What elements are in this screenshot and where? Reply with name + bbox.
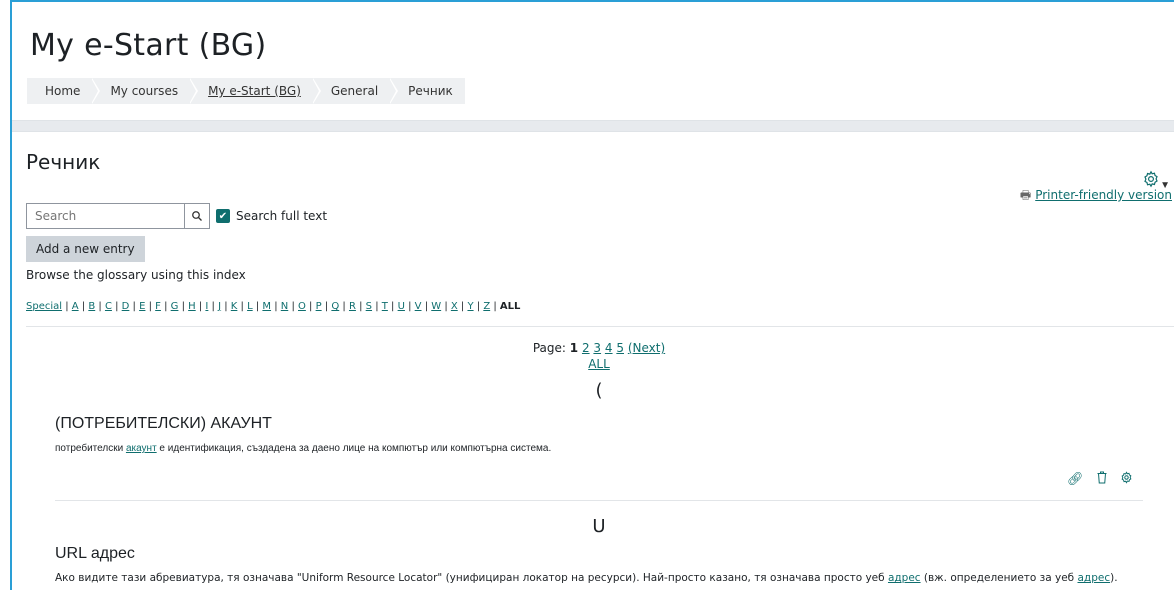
printer-friendly[interactable]: 🖶 Printer-friendly version [1020, 186, 1172, 207]
paging-current: 1 [569, 341, 579, 355]
pagination: Page: 1 2 3 4 5 (Next) ALL [12, 341, 1174, 371]
alphabet-separator: | [195, 301, 206, 312]
alphabet-separator: | [62, 301, 72, 312]
alphabet-link[interactable]: W [431, 301, 441, 312]
alphabet-separator: | [178, 301, 189, 312]
breadcrumb-label: My e-Start (BG) [208, 84, 301, 98]
breadcrumb-glossary[interactable]: Речник [390, 78, 465, 104]
paging-label: Page: [532, 341, 566, 355]
alphabet-link[interactable]: Special [26, 301, 62, 312]
breadcrumb-general[interactable]: General [313, 78, 399, 104]
entry-divider [55, 500, 1143, 501]
paging-link[interactable]: 5 [616, 341, 624, 355]
alphabet-separator: | [160, 301, 171, 312]
alphabet-separator: | [305, 301, 316, 312]
breadcrumb-label: Речник [408, 84, 453, 98]
printer-friendly-link[interactable]: Printer-friendly version [1035, 188, 1172, 202]
entry-definition: потребителски акаунт е идентификация, съ… [55, 443, 551, 454]
alphabet-link[interactable]: H [188, 301, 196, 312]
alphabet-separator: | [237, 301, 248, 312]
section-letter: U [592, 516, 606, 537]
alphabet-separator: | [441, 301, 451, 312]
alphabet-separator: | [355, 301, 366, 312]
definition-link[interactable]: адрес [888, 572, 921, 584]
fulltext-label: Search full text [236, 209, 328, 223]
alphabet-separator: | [129, 301, 140, 312]
alphabet-link[interactable]: A [72, 301, 79, 312]
alphabet-separator: | [473, 301, 484, 312]
alphabet-link[interactable]: V [415, 301, 422, 312]
alphabet-link[interactable]: C [105, 301, 112, 312]
definition-link[interactable]: акаунт [126, 443, 157, 454]
section-letter: ( [595, 380, 603, 401]
search-button[interactable] [184, 203, 210, 229]
paging-link[interactable]: 3 [593, 341, 601, 355]
definition-text: Ако видите тази абревиатура, тя означава… [55, 572, 888, 584]
alphabet-separator: | [145, 301, 156, 312]
search-form: ✔ Search full text [26, 203, 327, 229]
divider [26, 326, 1174, 327]
alphabet-link[interactable]: X [451, 301, 458, 312]
breadcrumb-my-courses[interactable]: My courses [92, 78, 199, 104]
trash-icon[interactable] [1096, 471, 1108, 487]
paging-next[interactable]: (Next) [628, 341, 665, 355]
alphabet-separator: | [288, 301, 298, 312]
site-title: My e-Start (BG) [30, 28, 267, 63]
browse-instructions: Browse the glossary using this index [26, 268, 246, 282]
alphabet-separator: | [95, 301, 105, 312]
entry-title: URL адрес [55, 545, 135, 562]
search-icon [192, 211, 202, 221]
definition-text: потребителски [55, 443, 126, 454]
check-icon: ✔ [218, 210, 228, 222]
page-title: Речник [26, 150, 101, 174]
alphabet-separator: | [387, 301, 398, 312]
header-divider-band [12, 120, 1174, 132]
entry-definition: Ако видите тази абревиатура, тя означава… [55, 572, 1118, 584]
breadcrumb-course[interactable]: My e-Start (BG) [190, 78, 321, 104]
alphabet-separator: | [78, 301, 89, 312]
definition-text: ). [1110, 572, 1118, 584]
alphabet-separator: | [490, 301, 500, 312]
paging-link[interactable]: 2 [582, 341, 590, 355]
page-header: My e-Start (BG) Home My courses My e-Sta… [12, 2, 1174, 120]
breadcrumb-label: Home [45, 84, 81, 98]
printer-icon: 🖶 [1019, 188, 1032, 202]
alphabet-separator: | [339, 301, 349, 312]
alphabet-index: Special | A | B | C | D | E | F | G | H … [26, 301, 520, 312]
alphabet-link[interactable]: R [349, 301, 356, 312]
alphabet-link[interactable]: M [262, 301, 271, 312]
entry-actions: 🔗︎ [1067, 471, 1133, 487]
paging-link[interactable]: 4 [605, 341, 613, 355]
alphabet-separator: | [457, 301, 468, 312]
search-input[interactable] [26, 203, 184, 229]
alphabet-link[interactable]: U [398, 301, 405, 312]
definition-text: е идентификация, създадена за даено лице… [156, 443, 552, 454]
definition-link[interactable]: адрес [1078, 572, 1111, 584]
entry-title: (ПОТРЕБИТЕЛСКИ) АКАУНТ [55, 415, 272, 432]
alphabet-separator: | [208, 301, 219, 312]
gear-icon[interactable] [1120, 471, 1133, 487]
add-entry-button[interactable]: Add a new entry [26, 236, 145, 262]
alphabet-current: ALL [499, 301, 521, 312]
alphabet-separator: | [372, 301, 382, 312]
alphabet-separator: | [111, 301, 122, 312]
alphabet-separator: | [271, 301, 281, 312]
breadcrumb-label: My courses [110, 84, 179, 98]
link-icon[interactable]: 🔗︎ [1067, 471, 1084, 487]
breadcrumb-home[interactable]: Home [27, 78, 101, 104]
main-region: Речник ▼ 🖶Printer-friendly version ✔ Sea… [12, 132, 1174, 590]
definition-text: (вж. определението за уеб [920, 572, 1078, 584]
alphabet-separator: | [221, 301, 231, 312]
breadcrumb-label: General [330, 84, 379, 98]
alphabet-separator: | [421, 301, 432, 312]
alphabet-separator: | [404, 301, 415, 312]
alphabet-separator: | [252, 301, 263, 312]
fulltext-checkbox[interactable]: ✔ [216, 209, 230, 223]
paging-all[interactable]: ALL [588, 357, 610, 371]
breadcrumb: Home My courses My e-Start (BG) General … [27, 78, 465, 104]
alphabet-separator: | [321, 301, 332, 312]
alphabet-link[interactable]: O [298, 301, 306, 312]
